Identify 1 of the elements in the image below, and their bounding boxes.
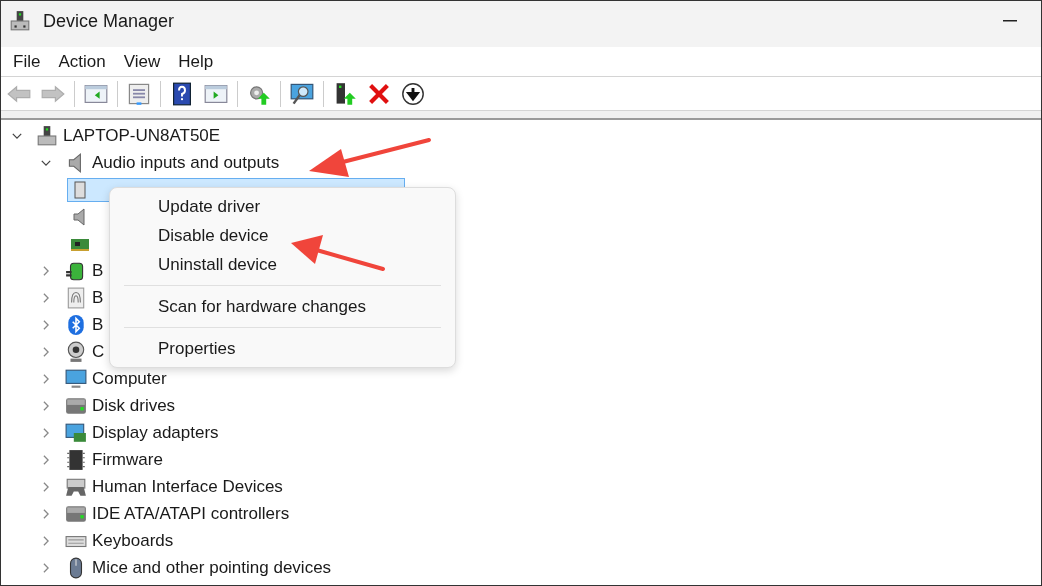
window-title: Device Manager <box>43 9 175 33</box>
